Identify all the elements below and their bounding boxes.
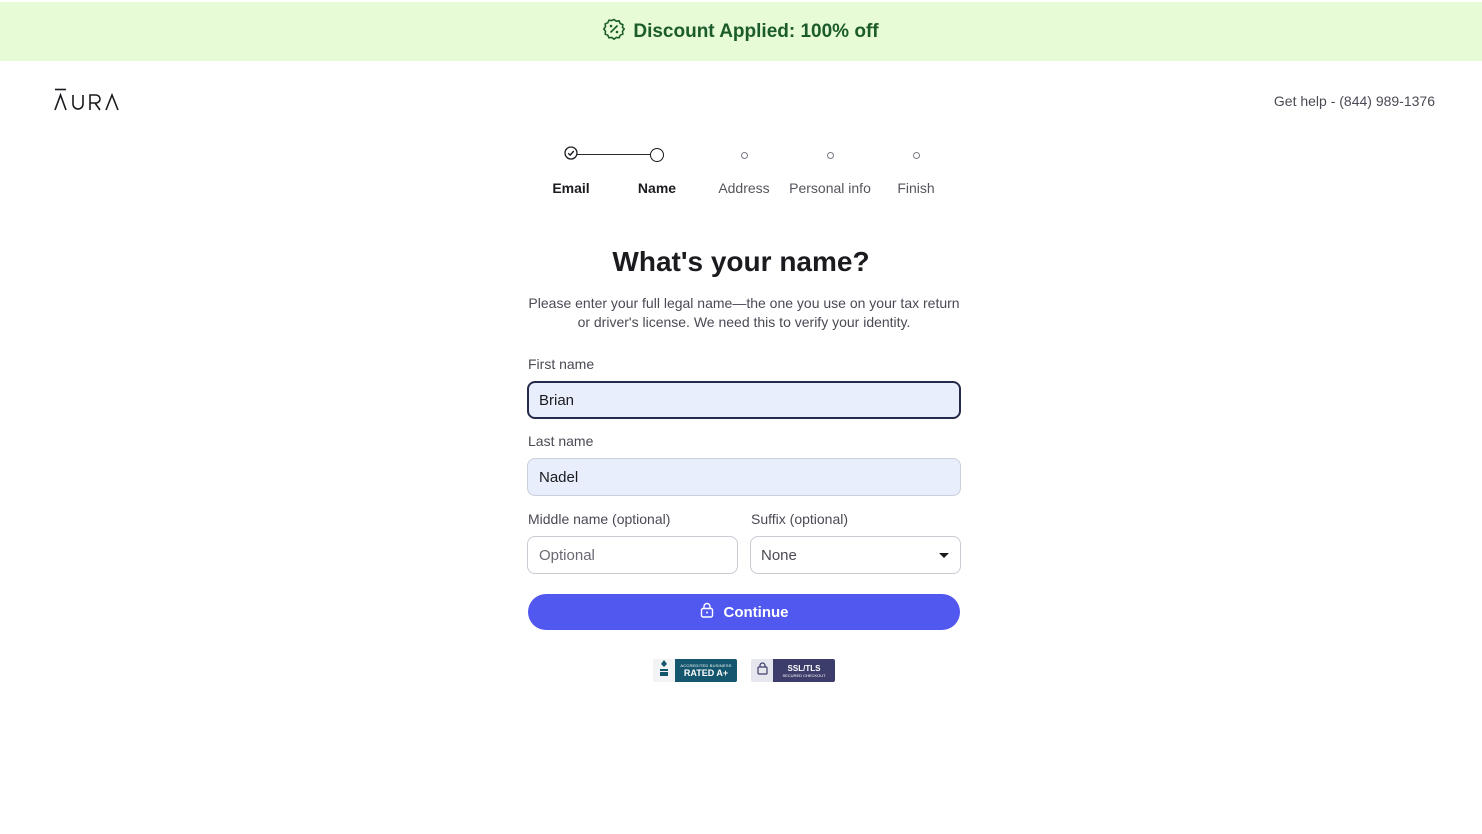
lock-icon <box>700 602 714 622</box>
bbb-badge-bottom-text: RATED A+ <box>683 668 729 678</box>
aura-logo[interactable] <box>54 88 120 117</box>
subtitle-line: Please enter your full legal name—the on… <box>528 295 960 311</box>
current-step-circle-icon <box>650 148 664 162</box>
discount-text: Discount Applied: 100% off <box>633 20 879 42</box>
upcoming-step-dot-icon <box>826 151 834 159</box>
first-name-label: First name <box>528 356 595 372</box>
help-phone-link[interactable]: Get help - (844) 989-1376 <box>1274 93 1435 109</box>
middle-name-input[interactable] <box>527 536 738 574</box>
discount-badge-icon <box>603 18 626 45</box>
bbb-rating-badge[interactable]: ACCREDITED BUSINESS RATED A+ <box>653 659 737 682</box>
upcoming-step-dot-icon <box>740 151 748 159</box>
step-email: Email <box>521 145 621 196</box>
middle-name-label: Middle name (optional) <box>528 511 671 527</box>
first-name-input[interactable] <box>527 381 961 419</box>
last-name-label: Last name <box>528 433 594 449</box>
discount-banner: Discount Applied: 100% off <box>0 2 1482 61</box>
suffix-select[interactable]: None <box>750 536 961 574</box>
progress-stepper: Email Name Address Personal info Finish <box>528 145 960 205</box>
step-label: Email <box>552 180 590 196</box>
step-address: Address <box>694 145 794 196</box>
upcoming-step-dot-icon <box>912 151 920 159</box>
step-label: Name <box>637 180 677 196</box>
step-name: Name <box>607 145 707 196</box>
step-finish: Finish <box>866 145 966 196</box>
ssl-badge-top-text: SSL/TLS <box>787 663 821 673</box>
step-personal-info: Personal info <box>780 145 880 196</box>
continue-label: Continue <box>723 603 789 621</box>
ssl-badge-bottom-text: SECURED CHECKOUT <box>782 672 826 678</box>
subtitle-line: or driver's license. We need this to ver… <box>577 314 911 330</box>
padlock-icon <box>756 661 768 680</box>
trust-badges: ACCREDITED BUSINESS RATED A+ SSL/TLS SEC… <box>653 659 835 682</box>
check-circle-icon <box>564 145 578 165</box>
suffix-selected-value: None <box>761 546 797 564</box>
step-label: Personal info <box>789 180 871 196</box>
last-name-input[interactable] <box>527 458 961 496</box>
step-label: Finish <box>897 180 935 196</box>
suffix-label: Suffix (optional) <box>751 511 849 527</box>
step-label: Address <box>718 180 770 196</box>
caret-down-icon <box>939 552 949 558</box>
ssl-secure-badge[interactable]: SSL/TLS SECURED CHECKOUT <box>751 659 835 682</box>
page-subtitle: Please enter your full legal name—the on… <box>528 294 960 332</box>
continue-button[interactable]: Continue <box>528 594 960 630</box>
page-title: What's your name? <box>612 246 870 277</box>
bbb-torch-icon <box>658 659 670 682</box>
